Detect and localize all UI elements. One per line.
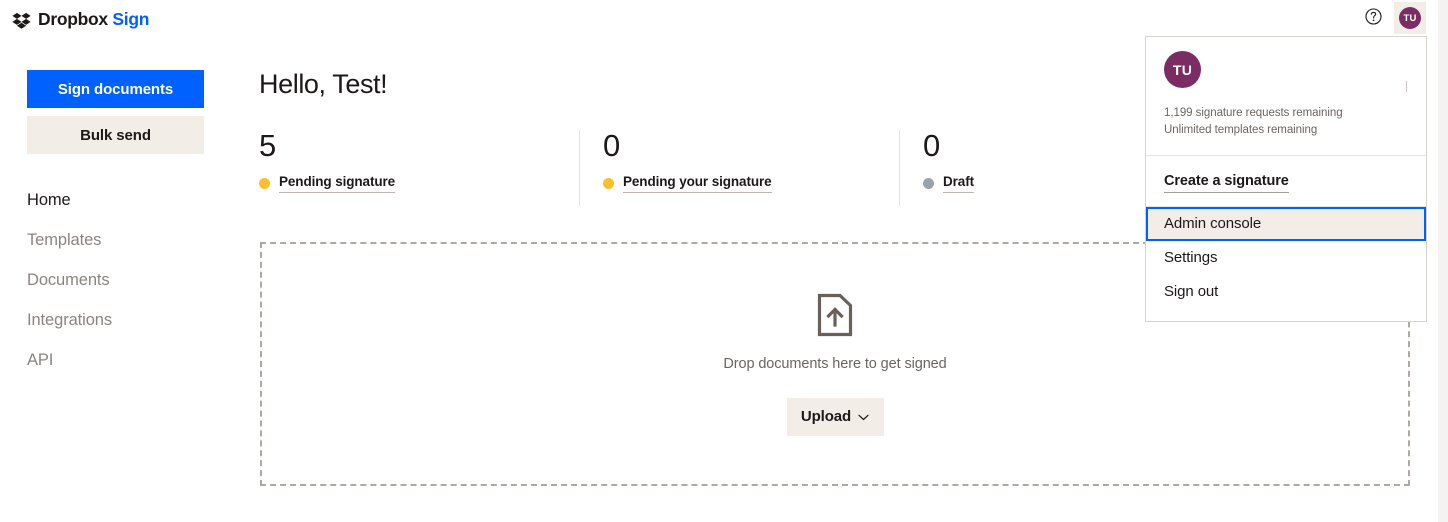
sidebar-nav: Home Templates Documents Integrations AP… (0, 180, 232, 380)
help-circle-icon (1364, 8, 1382, 28)
sidebar: Sign documents Bulk send Home Templates … (0, 36, 232, 522)
brand-logo[interactable]: Dropbox Sign (12, 9, 149, 31)
sidebar-item-home[interactable]: Home (27, 180, 232, 220)
app-root: Dropbox Sign TU Sign documents Bulk send (0, 0, 1448, 522)
sign-documents-button[interactable]: Sign documents (27, 70, 204, 108)
dropdown-menu-list: Admin console Settings Sign out (1146, 207, 1426, 321)
page-scrollbar[interactable] (1438, 0, 1448, 522)
sidebar-item-api[interactable]: API (27, 340, 232, 380)
sidebar-item-integrations[interactable]: Integrations (27, 300, 232, 340)
account-dropdown-panel: TU 1,199 signature requests remaining Un… (1145, 36, 1427, 322)
menu-item-sign-out[interactable]: Sign out (1146, 275, 1426, 309)
stat-value: 5 (259, 128, 276, 163)
brand-wordmark: Dropbox Sign (38, 11, 149, 29)
quota-signature-requests: 1,199 signature requests remaining (1164, 107, 1343, 119)
upload-button[interactable]: Upload (786, 397, 884, 436)
upload-button-label: Upload (800, 408, 852, 425)
chevron-down-icon (858, 408, 869, 425)
avatar: TU (1399, 7, 1421, 29)
stat-value: 0 (603, 128, 620, 163)
stat-label-row: Pending your signature (603, 174, 899, 193)
stat-label-link[interactable]: Pending your signature (623, 174, 772, 193)
dropbox-logo-icon (12, 12, 31, 29)
bulk-send-button[interactable]: Bulk send (27, 116, 204, 154)
status-dot-icon (259, 178, 270, 189)
menu-item-admin-console[interactable]: Admin console (1146, 207, 1426, 241)
stat-label-link[interactable]: Pending signature (279, 174, 395, 193)
dropdown-account-section: TU 1,199 signature requests remaining Un… (1146, 37, 1426, 156)
dropdown-avatar: TU (1164, 51, 1201, 88)
help-button[interactable] (1360, 5, 1386, 31)
stat-label-link[interactable]: Draft (943, 174, 974, 193)
stat-pending-signature: 5 Pending signature (259, 128, 579, 206)
quota-templates: Unlimited templates remaining (1164, 124, 1318, 136)
stat-pending-your-signature: 0 Pending your signature (579, 128, 899, 206)
create-a-signature-link[interactable]: Create a signature (1164, 173, 1289, 193)
menu-item-settings[interactable]: Settings (1146, 241, 1426, 275)
brand-product: Sign (112, 9, 150, 30)
account-avatar-button[interactable]: TU (1394, 2, 1426, 34)
sidebar-item-templates[interactable]: Templates (27, 220, 232, 260)
brand-name: Dropbox (38, 9, 108, 30)
stat-label-row: Pending signature (259, 174, 579, 193)
top-header: Dropbox Sign TU (0, 0, 1438, 36)
dropzone-text: Drop documents here to get signed (723, 355, 947, 372)
header-actions: TU (1360, 2, 1426, 34)
document-upload-icon (817, 293, 853, 342)
status-dot-icon (603, 178, 614, 189)
status-dot-icon (923, 178, 934, 189)
page-title: Hello, Test! (259, 69, 388, 99)
sidebar-item-documents[interactable]: Documents (27, 260, 232, 300)
dropdown-signature-section: Create a signature (1146, 156, 1426, 207)
account-edit-marker[interactable] (1406, 81, 1407, 92)
